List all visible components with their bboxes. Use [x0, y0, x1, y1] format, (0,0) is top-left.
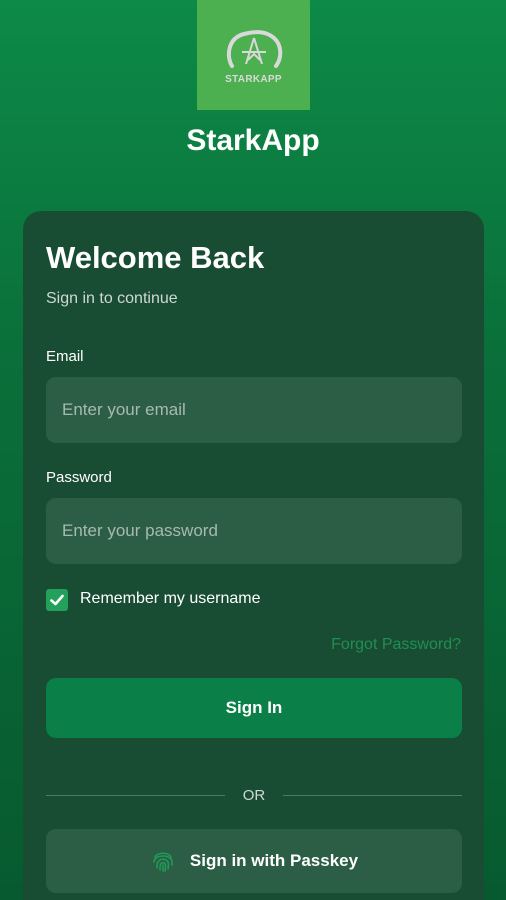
star-logo-icon [226, 29, 282, 68]
login-title: Welcome Back [46, 240, 265, 275]
login-subtitle: Sign in to continue [46, 290, 178, 307]
app-logo: STARKAPP [197, 0, 310, 110]
email-label: Email [46, 348, 84, 365]
sign-in-button[interactable]: Sign In [46, 678, 462, 738]
remember-label[interactable]: Remember my username [80, 590, 261, 608]
login-card: Welcome Back Sign in to continue Email P… [23, 211, 484, 900]
email-field[interactable] [46, 377, 462, 443]
passkey-button[interactable]: Sign in with Passkey [46, 829, 462, 893]
divider-line-right [283, 795, 462, 796]
fingerprint-icon [153, 852, 173, 872]
password-label: Password [46, 469, 112, 486]
logo-wordmark: STARKAPP [225, 73, 282, 85]
remember-checkbox[interactable] [46, 589, 68, 611]
divider-line-left [46, 795, 225, 796]
checkmark-icon [50, 594, 64, 606]
password-field[interactable] [46, 498, 462, 564]
passkey-label: Sign in with Passkey [189, 851, 359, 870]
forgot-password-link[interactable]: Forgot Password? [331, 636, 461, 654]
app-name: StarkApp [186, 124, 320, 157]
divider-or-label: OR [242, 787, 266, 804]
